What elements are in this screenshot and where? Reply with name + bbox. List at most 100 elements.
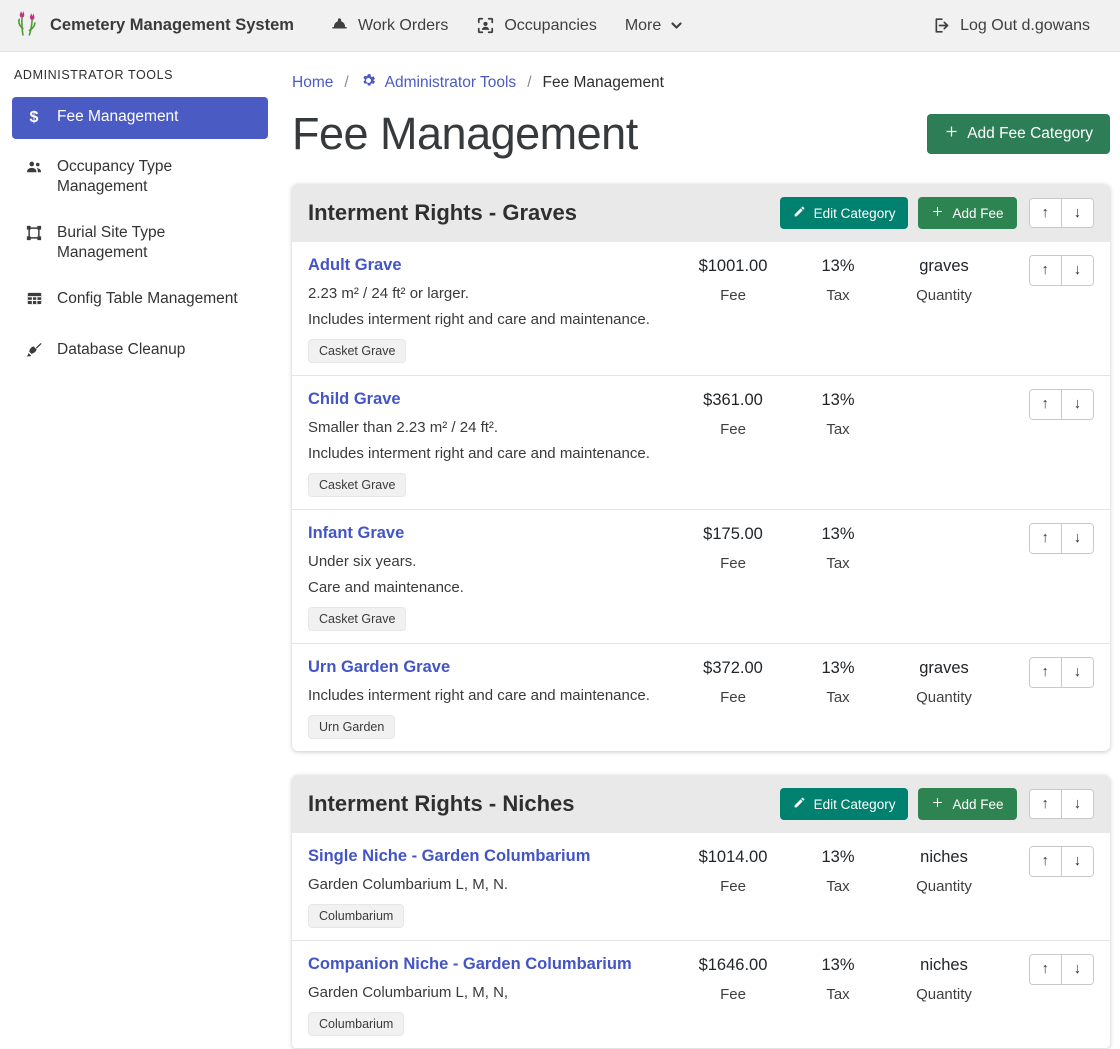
breadcrumb-home-link[interactable]: Home [292, 74, 333, 92]
sidebar: ADMINISTRATOR TOOLS $ Fee Management Occ… [0, 52, 280, 939]
tulip-logo-icon [16, 9, 40, 42]
fee-row: Companion Niche - Garden Columbarium Gar… [292, 941, 1110, 1049]
app-title: Cemetery Management System [50, 16, 294, 35]
move-down-button[interactable]: ↓ [1061, 658, 1093, 687]
page-header: Fee Management Add Fee Category [292, 108, 1110, 160]
quantity-info: niches Quantity [888, 954, 1000, 1003]
main-content: Home / Administrator Tools / Fee Managem… [280, 52, 1120, 939]
move-down-button[interactable]: ↓ [1061, 524, 1093, 553]
add-fee-button[interactable]: Add Fee [918, 197, 1016, 229]
fee-description: Garden Columbarium L, M, N, [308, 984, 678, 1001]
edit-category-label: Edit Category [814, 797, 896, 812]
move-down-button[interactable]: ↓ [1061, 847, 1093, 876]
fee-name-link[interactable]: Urn Garden Grave [308, 658, 450, 677]
pencil-icon [793, 796, 806, 812]
logout-label: Log Out d.gowans [960, 17, 1090, 35]
broom-icon [24, 341, 44, 365]
fee-type-badge: Columbarium [308, 1012, 404, 1036]
category-reorder-controls: ↑ ↓ [1029, 198, 1095, 229]
sidebar-item-config-table[interactable]: Config Table Management [12, 281, 268, 321]
fee-reorder-controls: ↑ ↓ [1029, 846, 1095, 877]
add-fee-category-button[interactable]: Add Fee Category [927, 114, 1110, 154]
move-down-button[interactable]: ↓ [1061, 955, 1093, 984]
move-down-button[interactable]: ↓ [1061, 390, 1093, 419]
quantity-label: Quantity [888, 878, 1000, 895]
fee-label: Fee [678, 986, 788, 1003]
fee-reorder-controls: ↑ ↓ [1029, 255, 1095, 286]
edit-category-button[interactable]: Edit Category [780, 788, 909, 820]
nav-occupancies-label: Occupancies [504, 17, 597, 35]
fee-reorder-controls: ↑ ↓ [1029, 657, 1095, 688]
plus-icon [931, 796, 944, 812]
fee-value: $361.00 [678, 391, 788, 410]
breadcrumb-separator: / [527, 74, 531, 92]
move-down-button[interactable]: ↓ [1061, 256, 1093, 285]
sidebar-item-fee-management[interactable]: $ Fee Management [12, 97, 268, 139]
add-fee-button[interactable]: Add Fee [918, 788, 1016, 820]
fee-type-badge: Columbarium [308, 904, 404, 928]
logout-button[interactable]: Log Out d.gowans [918, 8, 1104, 43]
tax-label: Tax [788, 689, 888, 706]
table-icon [24, 290, 44, 313]
move-up-button[interactable]: ↑ [1030, 658, 1061, 687]
quantity-info-empty [888, 389, 1000, 391]
fee-description: Includes interment right and care and ma… [308, 687, 678, 704]
move-up-button[interactable]: ↑ [1030, 955, 1061, 984]
tax-value: 13% [788, 848, 888, 867]
fee-description: Smaller than 2.23 m² / 24 ft². [308, 419, 678, 436]
tax-amount: 13% Tax [788, 846, 888, 895]
fee-category-card-graves: Interment Rights - Graves Edit Category … [292, 184, 1110, 751]
edit-category-button[interactable]: Edit Category [780, 197, 909, 229]
move-up-button[interactable]: ↑ [1030, 847, 1061, 876]
fee-category-card-niches: Interment Rights - Niches Edit Category … [292, 775, 1110, 1049]
fee-name-link[interactable]: Companion Niche - Garden Columbarium [308, 955, 632, 974]
fee-value: $372.00 [678, 659, 788, 678]
sidebar-item-occupancy-type[interactable]: Occupancy Type Management [12, 149, 268, 205]
fee-row: Adult Grave 2.23 m² / 24 ft² or larger. … [292, 242, 1110, 376]
fee-label: Fee [678, 555, 788, 572]
fee-name-link[interactable]: Infant Grave [308, 524, 404, 543]
breadcrumb-admin-tools-label: Administrator Tools [385, 74, 517, 92]
fee-name-link[interactable]: Child Grave [308, 390, 401, 409]
fee-description: Includes interment right and care and ma… [308, 445, 678, 462]
nav-work-orders[interactable]: Work Orders [316, 8, 462, 43]
move-up-button[interactable]: ↑ [1030, 790, 1061, 819]
fee-amount: $1646.00 Fee [678, 954, 788, 1003]
fee-description: 2.23 m² / 24 ft² or larger. [308, 285, 678, 302]
tax-value: 13% [788, 956, 888, 975]
occupancy-frame-icon [476, 16, 495, 35]
app-brand[interactable]: Cemetery Management System [16, 9, 294, 42]
fee-row: Urn Garden Grave Includes interment righ… [292, 644, 1110, 751]
move-up-button[interactable]: ↑ [1030, 199, 1061, 228]
sidebar-item-label: Occupancy Type Management [57, 157, 258, 197]
move-up-button[interactable]: ↑ [1030, 390, 1061, 419]
move-up-button[interactable]: ↑ [1030, 256, 1061, 285]
pencil-icon [793, 205, 806, 221]
breadcrumb-separator: / [344, 74, 348, 92]
fee-value: $175.00 [678, 525, 788, 544]
fee-name-link[interactable]: Adult Grave [308, 256, 402, 275]
nav-occupancies[interactable]: Occupancies [462, 8, 611, 43]
breadcrumb-current: Fee Management [543, 74, 665, 92]
fee-name-link[interactable]: Single Niche - Garden Columbarium [308, 847, 590, 866]
quantity-info-empty [888, 523, 1000, 525]
tax-value: 13% [788, 525, 888, 544]
nav-work-orders-label: Work Orders [358, 17, 448, 35]
fee-amount: $372.00 Fee [678, 657, 788, 706]
move-down-button[interactable]: ↓ [1061, 199, 1093, 228]
tax-amount: 13% Tax [788, 255, 888, 304]
quantity-value: graves [888, 659, 1000, 678]
top-navbar: Cemetery Management System Work Orders O… [0, 0, 1120, 52]
main-layout: ADMINISTRATOR TOOLS $ Fee Management Occ… [0, 52, 1120, 939]
move-down-button[interactable]: ↓ [1061, 790, 1093, 819]
move-up-button[interactable]: ↑ [1030, 524, 1061, 553]
tax-amount: 13% Tax [788, 954, 888, 1003]
breadcrumb-admin-tools-link[interactable]: Administrator Tools [360, 72, 517, 94]
nav-more[interactable]: More [611, 9, 697, 43]
sidebar-item-label: Config Table Management [57, 289, 238, 309]
fee-info: Single Niche - Garden Columbarium Garden… [308, 846, 678, 928]
tax-value: 13% [788, 659, 888, 678]
tax-label: Tax [788, 878, 888, 895]
sidebar-item-database-cleanup[interactable]: Database Cleanup [12, 332, 268, 373]
sidebar-item-burial-site-type[interactable]: Burial Site Type Management [12, 215, 268, 271]
